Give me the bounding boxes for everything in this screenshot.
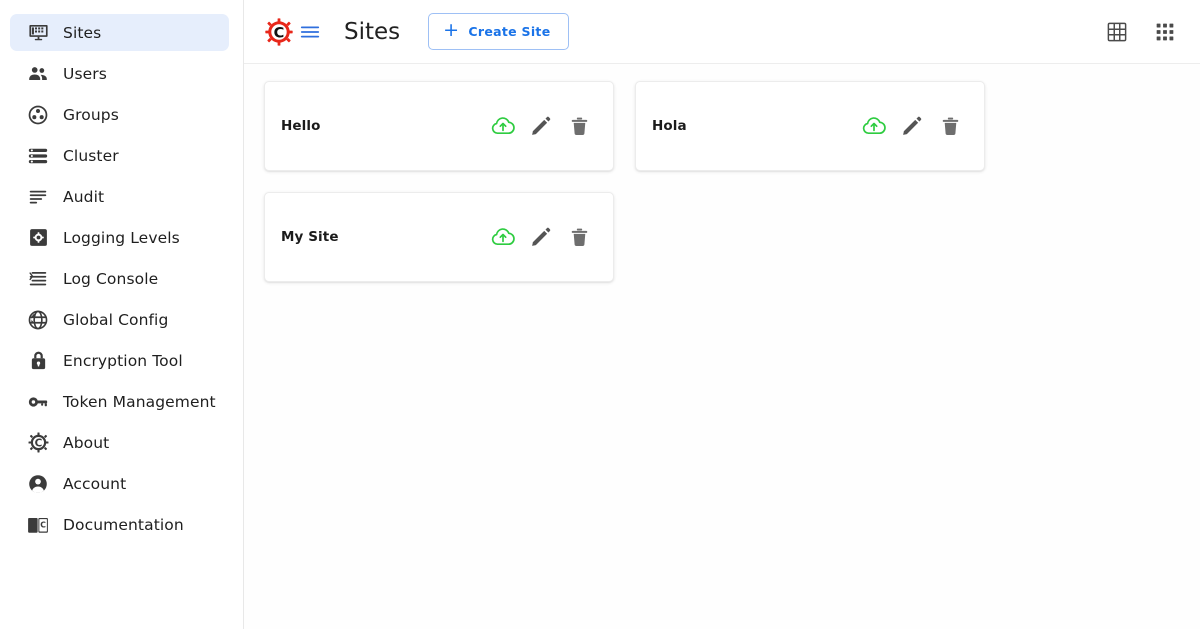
key-icon bbox=[27, 391, 49, 413]
svg-text:C: C bbox=[274, 24, 285, 41]
cluster-icon bbox=[27, 145, 49, 167]
sidebar-item-log-console[interactable]: Log Console bbox=[10, 260, 229, 297]
cloud-upload-publish-icon[interactable] bbox=[491, 114, 515, 138]
book-icon: C bbox=[27, 514, 49, 536]
create-site-button[interactable]: + Create Site bbox=[428, 13, 569, 50]
sidebar-item-label: Account bbox=[63, 474, 127, 493]
sites-card-grid: Hello Hola My Site bbox=[264, 81, 1180, 282]
sidebar-item-label: Sites bbox=[63, 23, 102, 42]
app-root: Sites Users Groups Cluster Audit Logging… bbox=[0, 0, 1200, 629]
sidebar-item-label: About bbox=[63, 433, 110, 452]
sidebar-item-label: Cluster bbox=[63, 146, 119, 165]
grid-table-view-icon[interactable] bbox=[1104, 19, 1130, 45]
sidebar-item-logging-levels[interactable]: Logging Levels bbox=[10, 219, 229, 256]
plus-icon: + bbox=[443, 19, 460, 41]
groups-icon bbox=[27, 104, 49, 126]
trash-delete-icon[interactable] bbox=[567, 225, 591, 249]
sidebar-item-sites[interactable]: Sites bbox=[10, 14, 229, 51]
sidebar-item-label: Users bbox=[63, 64, 107, 83]
apps-grid-icon[interactable] bbox=[1152, 19, 1178, 45]
page-title: Sites bbox=[344, 18, 401, 45]
sidebar-item-token-management[interactable]: Token Management bbox=[10, 383, 229, 420]
sidebar-item-encryption-tool[interactable]: Encryption Tool bbox=[10, 342, 229, 379]
sidebar-item-label: Token Management bbox=[63, 392, 216, 411]
create-site-label: Create Site bbox=[468, 24, 551, 39]
site-card[interactable]: Hola bbox=[635, 81, 985, 171]
site-card-actions bbox=[491, 225, 591, 249]
svg-text:C: C bbox=[34, 437, 42, 449]
sidebar-item-label: Audit bbox=[63, 187, 105, 206]
audit-list-icon bbox=[27, 186, 49, 208]
globe-icon bbox=[27, 309, 49, 331]
sidebar-item-label: Documentation bbox=[63, 515, 184, 534]
topbar-actions bbox=[1104, 19, 1178, 45]
sidebar-item-label: Global Config bbox=[63, 310, 169, 329]
sidebar-item-account[interactable]: Account bbox=[10, 465, 229, 502]
site-card-actions bbox=[862, 114, 962, 138]
gear-c-icon: C bbox=[27, 432, 49, 454]
pencil-edit-icon[interactable] bbox=[529, 114, 553, 138]
trash-delete-icon[interactable] bbox=[938, 114, 962, 138]
sidebar-item-about[interactable]: C About bbox=[10, 424, 229, 461]
topbar: C Sites + Create Site bbox=[244, 0, 1200, 64]
pencil-edit-icon[interactable] bbox=[900, 114, 924, 138]
site-card-title: My Site bbox=[281, 229, 339, 245]
site-card[interactable]: My Site bbox=[264, 192, 614, 282]
sidebar-item-users[interactable]: Users bbox=[10, 55, 229, 92]
crafter-gear-logo-icon: C bbox=[264, 17, 294, 47]
sidebar-item-groups[interactable]: Groups bbox=[10, 96, 229, 133]
users-icon bbox=[27, 63, 49, 85]
cloud-upload-publish-icon[interactable] bbox=[862, 114, 886, 138]
sidebar: Sites Users Groups Cluster Audit Logging… bbox=[0, 0, 244, 629]
site-card-title: Hola bbox=[652, 118, 687, 134]
site-card-title: Hello bbox=[281, 118, 321, 134]
sidebar-item-label: Encryption Tool bbox=[63, 351, 183, 370]
content-area: Hello Hola My Site bbox=[244, 64, 1200, 629]
site-card[interactable]: Hello bbox=[264, 81, 614, 171]
sidebar-item-documentation[interactable]: C Documentation bbox=[10, 506, 229, 543]
monitor-sites-icon bbox=[27, 22, 49, 44]
cloud-upload-publish-icon[interactable] bbox=[491, 225, 515, 249]
hamburger-menu-icon[interactable] bbox=[298, 20, 322, 44]
pencil-edit-icon[interactable] bbox=[529, 225, 553, 249]
sidebar-item-label: Log Console bbox=[63, 269, 159, 288]
main-area: C Sites + Create Site Hello Hola My Site bbox=[244, 0, 1200, 629]
lock-icon bbox=[27, 350, 49, 372]
sidebar-item-audit[interactable]: Audit bbox=[10, 178, 229, 215]
sidebar-item-cluster[interactable]: Cluster bbox=[10, 137, 229, 174]
trash-delete-icon[interactable] bbox=[567, 114, 591, 138]
sidebar-item-label: Logging Levels bbox=[63, 228, 180, 247]
logging-levels-icon bbox=[27, 227, 49, 249]
log-console-icon bbox=[27, 268, 49, 290]
sidebar-item-global-config[interactable]: Global Config bbox=[10, 301, 229, 338]
svg-text:C: C bbox=[40, 520, 46, 529]
site-card-actions bbox=[491, 114, 591, 138]
sidebar-item-label: Groups bbox=[63, 105, 119, 124]
account-person-icon bbox=[27, 473, 49, 495]
